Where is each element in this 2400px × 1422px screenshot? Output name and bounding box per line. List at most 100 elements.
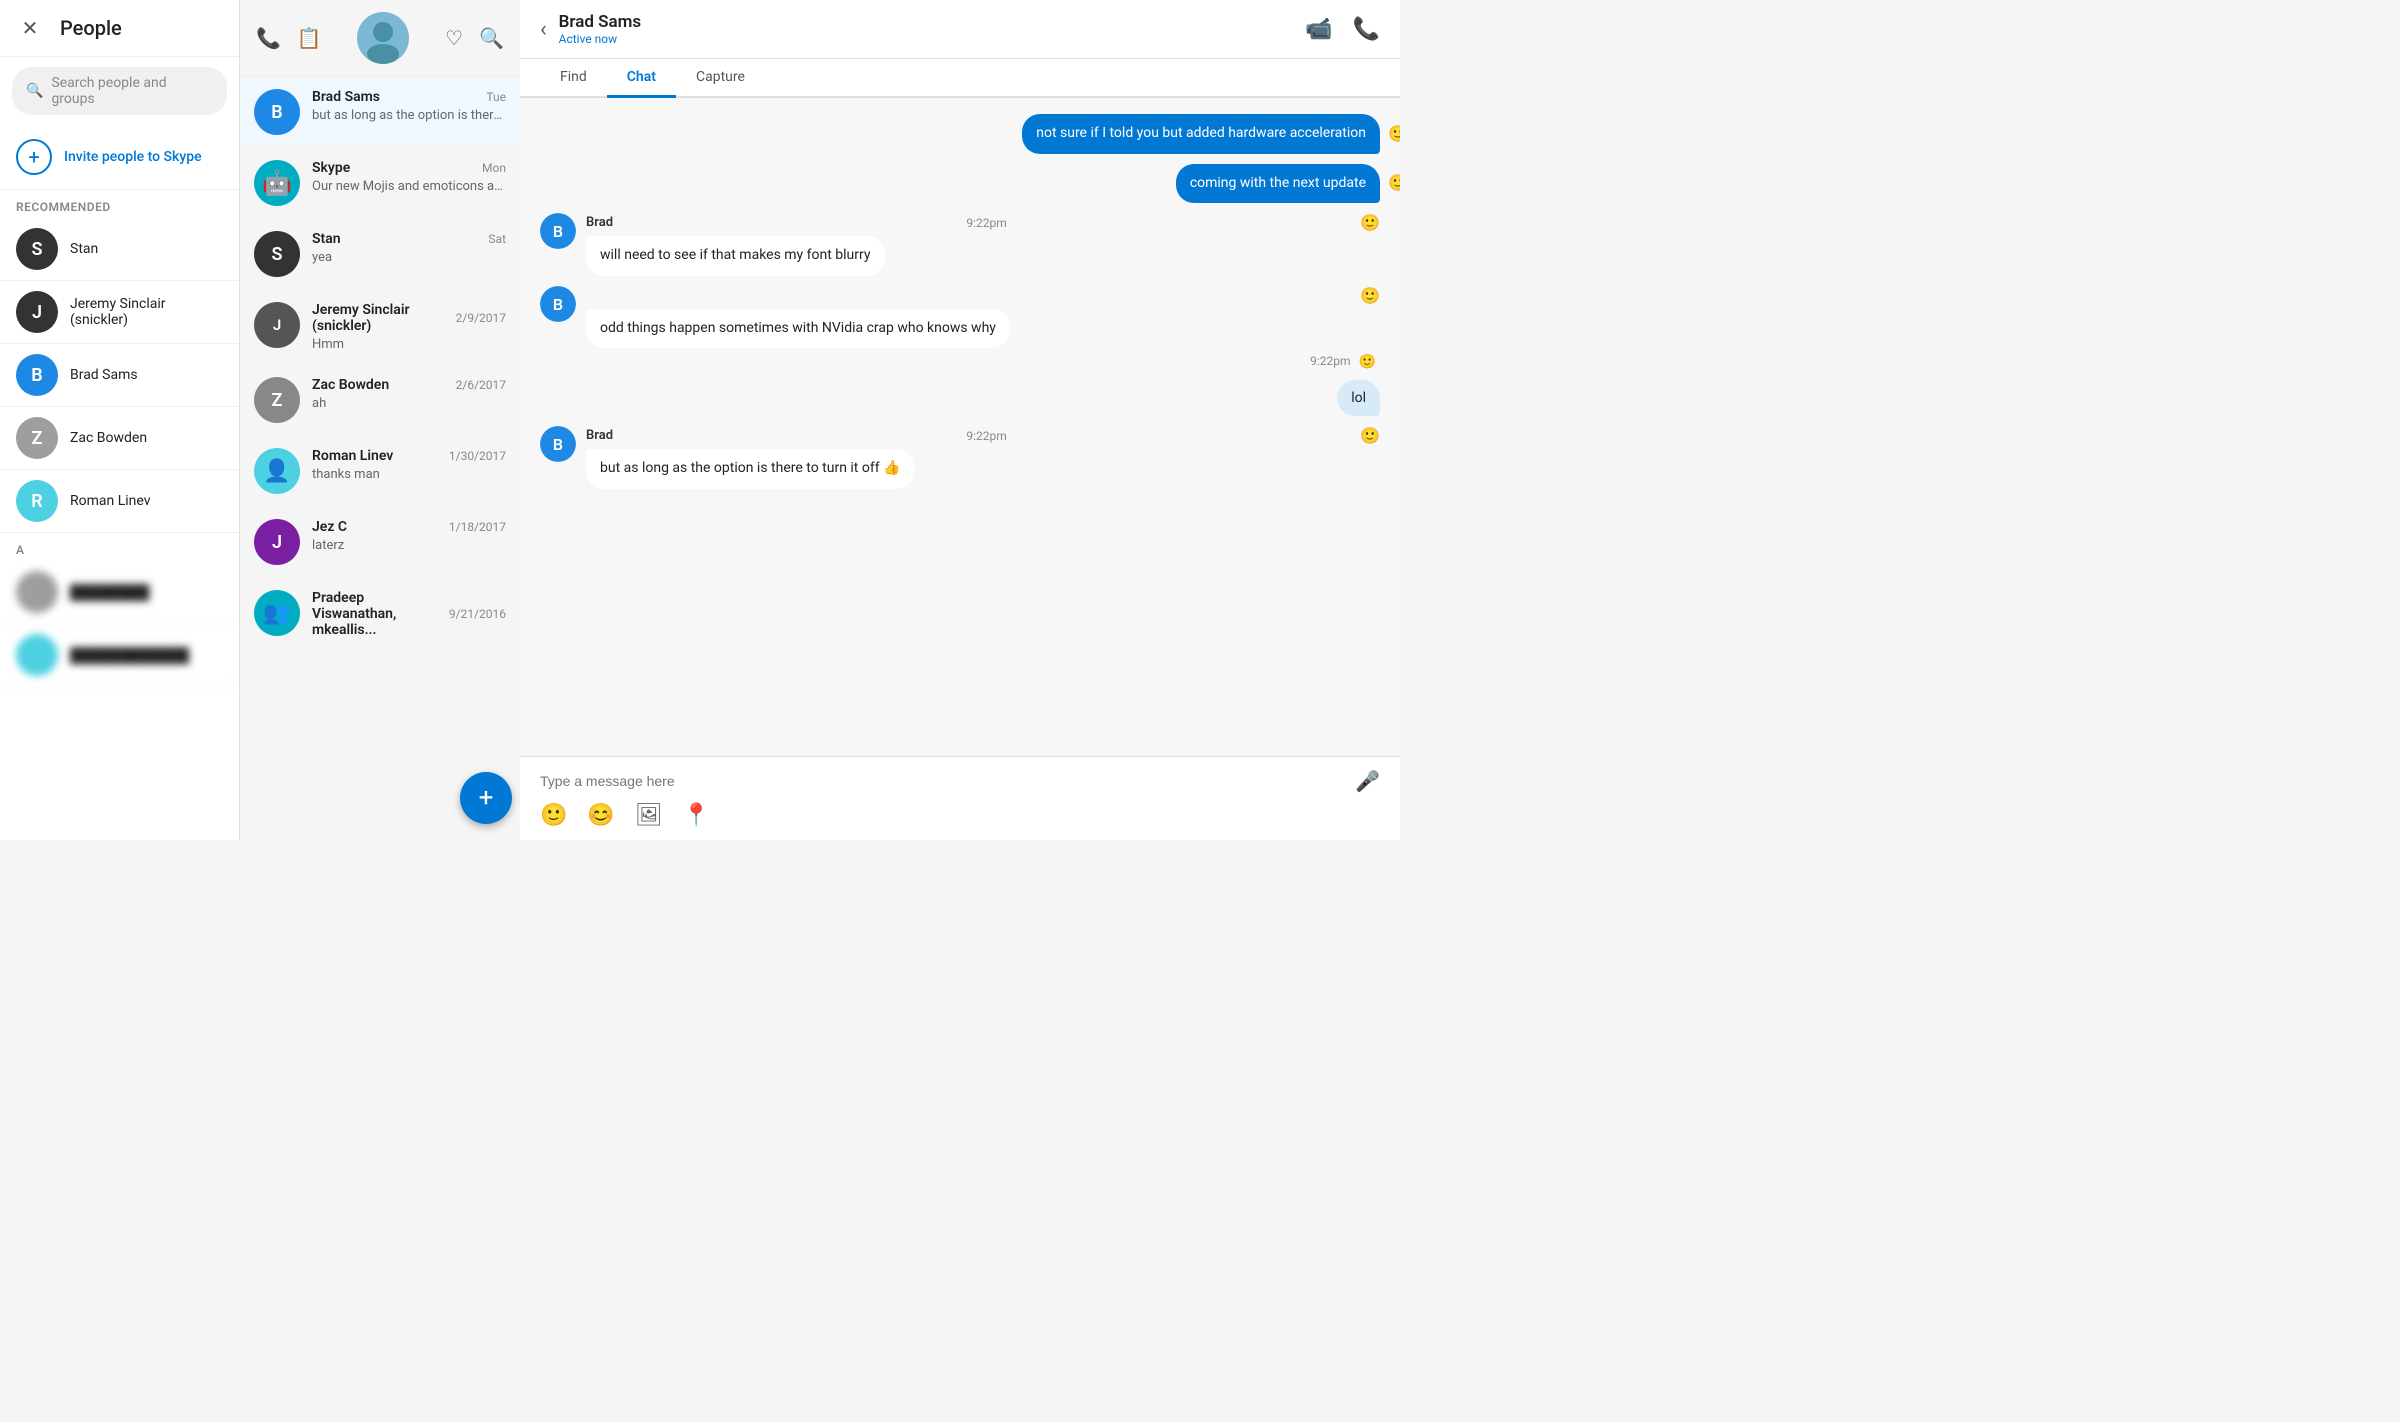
dialpad-icon[interactable]: 📞 xyxy=(256,26,281,50)
message-sent-1: not sure if I told you but added hardwar… xyxy=(540,114,1380,154)
chat-preview-roman: thanks man xyxy=(312,467,506,482)
invite-label: Invite people to Skype xyxy=(64,149,202,165)
chat-item-zac[interactable]: Z Zac Bowden 2/6/2017 ah xyxy=(240,365,520,436)
chat-info-stan: Stan Sat yea xyxy=(312,231,506,265)
tab-find[interactable]: Find xyxy=(540,59,607,98)
moji-toolbar-icon[interactable]: 😊 xyxy=(587,803,614,828)
chat-info-roman: Roman Linev 1/30/2017 thanks man xyxy=(312,448,506,482)
self-emoji-btn[interactable]: 🙂 xyxy=(1359,354,1376,370)
recv-avatar-2: B xyxy=(540,286,576,322)
chat-name-zac: Zac Bowden xyxy=(312,377,389,393)
add-icon: + xyxy=(16,139,52,175)
contact-item-zac[interactable]: Z Zac Bowden xyxy=(0,407,239,470)
recv-bubble-3: but as long as the option is there to tu… xyxy=(586,449,914,489)
chat-avatar-roman: 👤 xyxy=(254,448,300,494)
chat-icon[interactable]: 📋 xyxy=(297,26,322,50)
recv-emoji-2[interactable]: 🙂 xyxy=(1360,286,1380,305)
middle-header-left-icons: 📞 📋 xyxy=(256,26,322,50)
contact-info-name: Brad Sams xyxy=(559,12,1306,32)
emoji-react-1[interactable]: 🙂 xyxy=(1388,123,1400,145)
chat-name-stan: Stan xyxy=(312,231,341,247)
contact-name-jeremy: Jeremy Sinclair (snickler) xyxy=(70,296,223,328)
mic-icon[interactable]: 🎤 xyxy=(1355,769,1380,793)
chat-time-zac: 2/6/2017 xyxy=(456,378,506,392)
chat-item-roman[interactable]: 👤 Roman Linev 1/30/2017 thanks man xyxy=(240,436,520,507)
chat-item-brad[interactable]: B Brad Sams Tue but as long as the optio… xyxy=(240,77,520,148)
avatar-blurred-1 xyxy=(16,571,58,613)
tab-chat[interactable]: Chat xyxy=(607,59,676,98)
close-button[interactable]: ✕ xyxy=(16,14,44,42)
chat-time-skype: Mon xyxy=(482,161,506,175)
tab-capture[interactable]: Capture xyxy=(676,59,765,98)
chat-name-skype: Skype xyxy=(312,160,350,176)
contact-item-stan[interactable]: S Stan xyxy=(0,218,239,281)
contact-name-zac: Zac Bowden xyxy=(70,430,147,446)
search-input-placeholder: Search people and groups xyxy=(51,75,213,107)
emoji-toolbar-icon[interactable]: 🙂 xyxy=(540,803,567,828)
search-icon: 🔍 xyxy=(26,83,43,99)
emoji-react-2[interactable]: 🙂 xyxy=(1388,172,1400,194)
chat-preview-stan: yea xyxy=(312,250,506,265)
recv-time-3: 9:22pm xyxy=(966,429,1006,443)
chat-avatar-stan: S xyxy=(254,231,300,277)
avatar-zac: Z xyxy=(16,417,58,459)
video-call-icon[interactable]: 📹 xyxy=(1305,17,1332,42)
chat-time-stan: Sat xyxy=(488,232,506,246)
chat-avatar-skype: 🤖 xyxy=(254,160,300,206)
phone-call-icon[interactable]: 📞 xyxy=(1353,17,1380,42)
recv-emoji-3[interactable]: 🙂 xyxy=(1360,426,1380,445)
svg-text:B: B xyxy=(553,222,563,241)
user-avatar-center[interactable] xyxy=(357,12,409,64)
contact-list: S Stan J Jeremy Sinclair (snickler) B Br… xyxy=(0,218,239,840)
image-toolbar-icon[interactable]: 🖼 xyxy=(635,803,663,828)
chat-item-jeremy[interactable]: J Jeremy Sinclair (snickler) 2/9/2017 Hm… xyxy=(240,290,520,365)
recv-emoji-1[interactable]: 🙂 xyxy=(1360,213,1380,232)
chat-item-skype[interactable]: 🤖 Skype Mon Our new Mojis and emoticons … xyxy=(240,148,520,219)
middle-header: 📞 📋 ♡ 🔍 xyxy=(240,0,520,77)
chat-time-jeremy: 2/9/2017 xyxy=(456,311,506,325)
recv-bubble-1: will need to see if that makes my font b… xyxy=(586,236,885,276)
recv-time-1: 9:22pm xyxy=(966,216,1006,230)
avatar-roman: R xyxy=(16,480,58,522)
chat-time-jezc: 1/18/2017 xyxy=(449,520,506,534)
recommended-label: Recommended xyxy=(0,190,239,218)
chat-name-pradeep: Pradeep Viswanathan, mkeallis... xyxy=(312,590,449,638)
search-icon-middle[interactable]: 🔍 xyxy=(479,26,504,50)
message-input[interactable] xyxy=(540,773,1355,789)
avatar-stan: S xyxy=(16,228,58,270)
chat-item-stan[interactable]: S Stan Sat yea xyxy=(240,219,520,290)
search-bar[interactable]: 🔍 Search people and groups xyxy=(12,67,227,115)
contact-name-stan: Stan xyxy=(70,241,98,257)
chat-time-brad: Tue xyxy=(486,90,506,104)
chat-name-roman: Roman Linev xyxy=(312,448,393,464)
contact-item-blurred-2: ████████████ xyxy=(0,624,239,687)
input-row: 🎤 xyxy=(540,769,1380,793)
contact-name-brad: Brad Sams xyxy=(70,367,138,383)
invite-button[interactable]: + Invite people to Skype xyxy=(0,125,239,190)
back-button[interactable]: ‹ xyxy=(540,17,547,42)
message-received-2: B 🙂 odd things happen sometimes with NVi… xyxy=(540,286,1380,349)
message-sent-2: coming with the next update 🙂 xyxy=(540,164,1380,204)
chat-item-pradeep[interactable]: 👥 Pradeep Viswanathan, mkeallis... 9/21/… xyxy=(240,578,520,654)
chat-avatar-brad: B xyxy=(254,89,300,135)
chat-name-jezc: Jez C xyxy=(312,519,347,535)
self-time-row: 9:22pm 🙂 xyxy=(540,354,1380,370)
sent-text-2: coming with the next update xyxy=(1190,175,1366,191)
contact-item-jeremy[interactable]: J Jeremy Sinclair (snickler) xyxy=(0,281,239,344)
contact-item-brad[interactable]: B Brad Sams xyxy=(0,344,239,407)
fab-add-button[interactable]: + xyxy=(460,772,512,824)
message-received-1: B Brad 9:22pm 🙂 will need to see if that… xyxy=(540,213,1380,276)
contact-item-roman[interactable]: R Roman Linev xyxy=(0,470,239,533)
chat-item-jezc[interactable]: J Jez C 1/18/2017 laterz xyxy=(240,507,520,578)
location-toolbar-icon[interactable]: 📍 xyxy=(683,803,710,828)
left-header: ✕ People xyxy=(0,0,239,57)
recv-sender-3: Brad xyxy=(586,428,613,443)
middle-panel: 📞 📋 ♡ 🔍 B Brad Sams xyxy=(240,0,520,840)
chat-preview-brad: but as long as the option is there to tu… xyxy=(312,108,506,123)
avatar-brad: B xyxy=(16,354,58,396)
heart-icon[interactable]: ♡ xyxy=(445,26,463,50)
right-panel: ‹ Brad Sams Active now 📹 📞 Find Chat Cap… xyxy=(520,0,1400,840)
recv-avatar-3: B xyxy=(540,426,576,462)
chat-avatar-jezc: J xyxy=(254,519,300,565)
chat-info-pradeep: Pradeep Viswanathan, mkeallis... 9/21/20… xyxy=(312,590,506,641)
